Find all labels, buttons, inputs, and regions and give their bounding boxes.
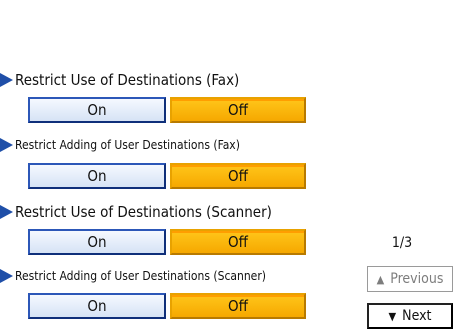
- up-triangle-icon: ▲: [376, 272, 385, 286]
- triangle-right-icon: [0, 138, 13, 152]
- previous-label: Previous: [390, 271, 444, 287]
- setting-label-text: Restrict Use of Destinations (Fax): [15, 71, 240, 89]
- down-triangle-icon: ▼: [388, 309, 397, 323]
- on-button[interactable]: On: [28, 163, 166, 189]
- previous-button[interactable]: ▲ Previous: [367, 266, 453, 292]
- triangle-right-icon: [0, 205, 13, 219]
- triangle-right-icon: [0, 73, 13, 87]
- setting-label-adding-user-destinations-fax: Restrict Adding of User Destinations (Fa…: [0, 138, 240, 152]
- on-button[interactable]: On: [28, 229, 166, 255]
- setting-label-use-destinations-scanner: Restrict Use of Destinations (Scanner): [0, 203, 272, 221]
- next-label: Next: [402, 308, 432, 324]
- off-button[interactable]: Off: [170, 97, 306, 123]
- next-button[interactable]: ▼ Next: [367, 303, 453, 329]
- setting-label-use-destinations-fax: Restrict Use of Destinations (Fax): [0, 71, 239, 89]
- setting-label-text: Restrict Use of Destinations (Scanner): [15, 203, 272, 221]
- setting-label-text: Restrict Adding of User Destinations (Fa…: [15, 138, 240, 152]
- page-indicator: 1/3: [391, 235, 413, 251]
- triangle-right-icon: [0, 269, 13, 283]
- off-button[interactable]: Off: [170, 163, 306, 189]
- settings-screen: Restrict Use of Destinations (Fax) On Of…: [0, 0, 460, 329]
- setting-label-text: Restrict Adding of User Destinations (Sc…: [15, 269, 266, 283]
- off-button[interactable]: Off: [170, 229, 306, 255]
- off-button[interactable]: Off: [170, 293, 306, 319]
- on-button[interactable]: On: [28, 293, 166, 319]
- setting-label-adding-user-destinations-scanner: Restrict Adding of User Destinations (Sc…: [0, 269, 266, 283]
- on-button[interactable]: On: [28, 97, 166, 123]
